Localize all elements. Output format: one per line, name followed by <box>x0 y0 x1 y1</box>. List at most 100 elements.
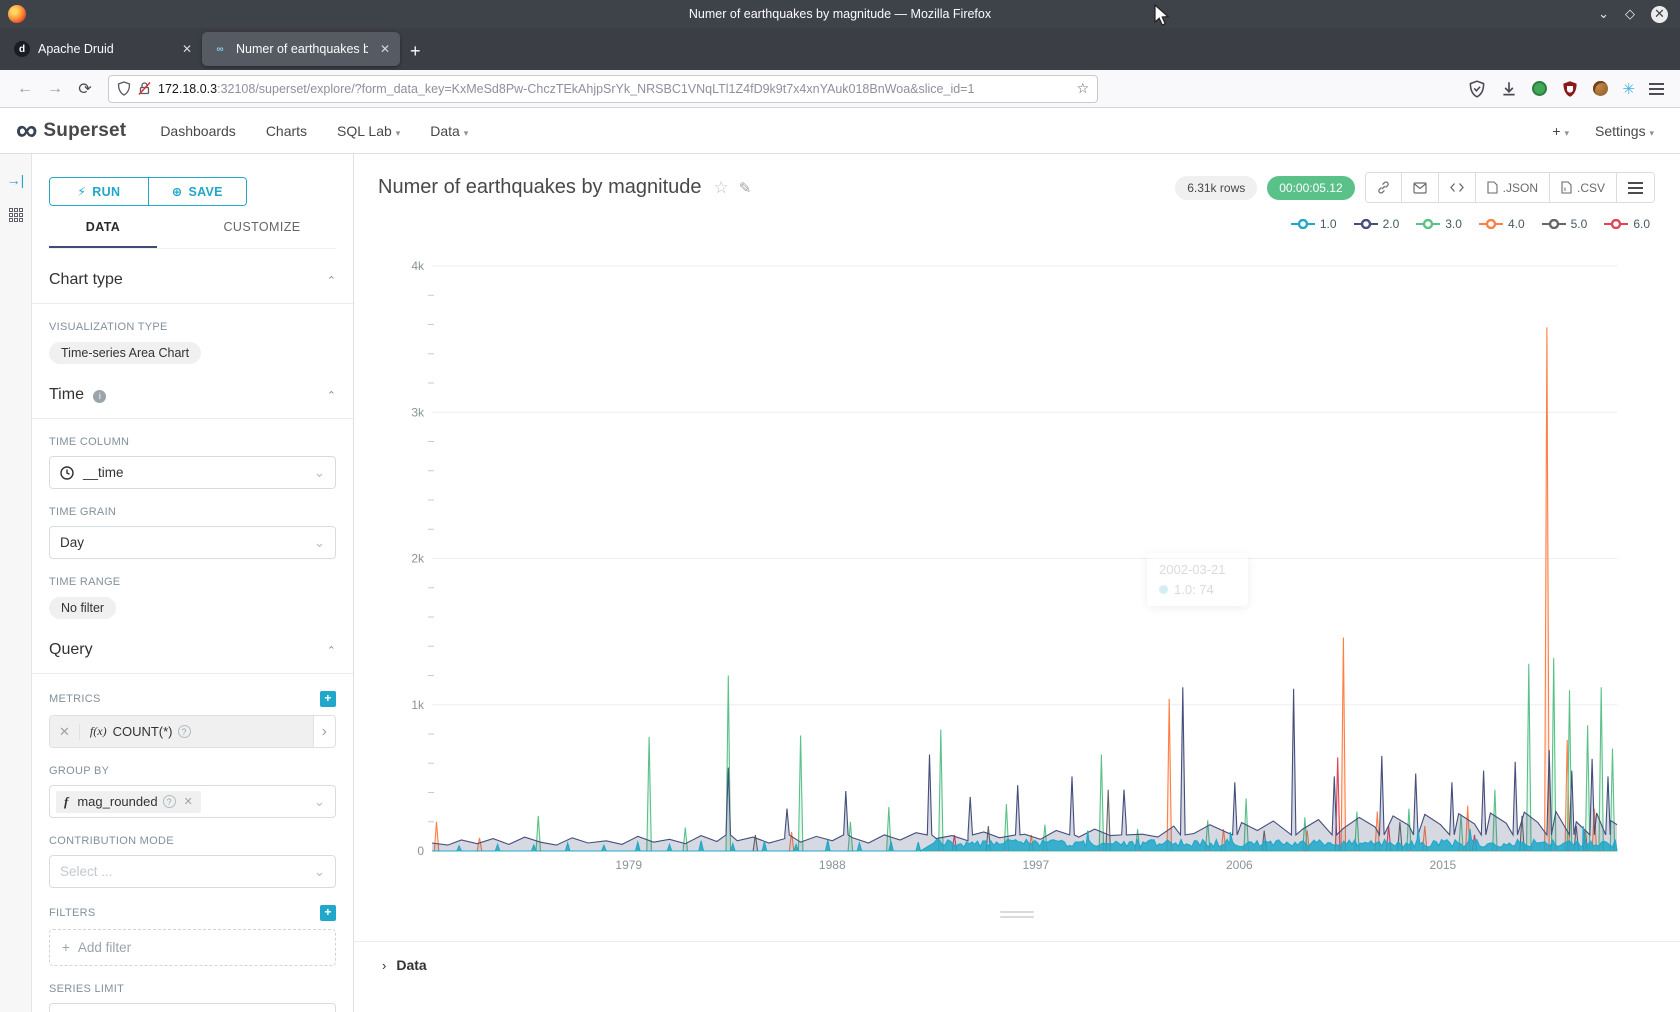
legend-item-4.0[interactable]: 4.0 <box>1479 215 1525 233</box>
tooltip-date: 2002-03-21 <box>1159 562 1236 577</box>
insecure-lock-icon[interactable] <box>137 81 152 96</box>
remove-chip-icon[interactable]: ✕ <box>184 795 193 808</box>
tab-bar: d Apache Druid ✕ ∞ Numer of earthquakes … <box>0 28 1680 70</box>
ublock-shield-icon[interactable] <box>1561 80 1579 98</box>
legend-item-1.0[interactable]: 1.0 <box>1291 215 1337 233</box>
series-line-2.0 <box>432 687 1617 845</box>
window-close-icon[interactable]: ✕ <box>1651 6 1668 23</box>
settings-menu[interactable]: Settings ▾ <box>1595 123 1654 139</box>
embed-code-button[interactable] <box>1439 173 1476 202</box>
download-icon[interactable] <box>1500 80 1518 98</box>
tracking-shield-icon[interactable] <box>117 81 131 96</box>
share-link-button[interactable] <box>1366 173 1402 202</box>
legend-item-2.0[interactable]: 2.0 <box>1354 215 1400 233</box>
contribution-mode-select[interactable]: Select ... ⌄ <box>49 855 336 888</box>
tab-data[interactable]: DATA <box>49 220 157 248</box>
chart-title: Numer of earthquakes by magnitude <box>378 176 702 199</box>
tab-close-icon[interactable]: ✕ <box>178 42 192 56</box>
window-restore-icon[interactable]: ◇ <box>1625 6 1635 22</box>
back-icon[interactable]: ← <box>10 80 40 98</box>
chevron-up-icon: ⌃ <box>327 644 336 657</box>
url-text: 172.18.0.3:32108/superset/explore/?form_… <box>158 82 1070 96</box>
metric-item[interactable]: ✕ f(x) COUNT(*)? › <box>49 715 336 748</box>
chart-tooltip: 2002-03-21 1.0: 74 <box>1147 553 1248 606</box>
svg-text:1979: 1979 <box>615 858 642 872</box>
panel-resizer[interactable] <box>354 897 1680 941</box>
section-chart-type[interactable]: Chart type ⌃ <box>32 249 353 304</box>
expand-panel-icon[interactable]: →| <box>7 172 25 188</box>
tab-close-icon[interactable]: ✕ <box>376 42 390 56</box>
chart-container: Numer of earthquakes by magnitude ☆ ✎ 6.… <box>354 154 1680 1012</box>
drag-handle-icon[interactable] <box>1000 911 1034 918</box>
forward-icon[interactable]: → <box>40 80 70 98</box>
extension-green-icon[interactable] <box>1532 81 1547 96</box>
run-button[interactable]: ⚡RUN <box>50 178 148 205</box>
query-timer-badge: 00:00:05.12 <box>1267 176 1354 200</box>
data-section-label: Data <box>396 957 426 973</box>
series-limit-select[interactable]: Select ... ⌄ <box>49 1003 336 1012</box>
dataset-grid-icon[interactable] <box>9 208 23 222</box>
pocket-shield-icon[interactable] <box>1468 80 1486 98</box>
series-line-3.0 <box>432 658 1617 851</box>
chevron-right-icon[interactable]: › <box>313 716 335 747</box>
nav-data[interactable]: Data ▾ <box>430 123 468 139</box>
group-by-chip[interactable]: f mag_rounded ? ✕ <box>56 791 201 813</box>
legend-item-3.0[interactable]: 3.0 <box>1416 215 1462 233</box>
legend-item-6.0[interactable]: 6.0 <box>1604 215 1650 233</box>
superset-brand[interactable]: Superset <box>43 120 126 142</box>
window-minimize-icon[interactable]: ⌄ <box>1598 6 1609 22</box>
svg-text:2006: 2006 <box>1226 858 1253 872</box>
time-range-label: TIME RANGE <box>49 576 336 588</box>
clock-icon <box>60 466 74 480</box>
time-grain-select[interactable]: Day ⌄ <box>49 526 336 559</box>
add-metric-button[interactable]: + <box>320 691 336 707</box>
plus-circle-icon: ⊕ <box>172 184 183 199</box>
nav-charts[interactable]: Charts <box>266 123 307 139</box>
edit-title-icon[interactable]: ✎ <box>739 179 752 197</box>
legend-marker-icon <box>1604 219 1628 229</box>
viz-type-value[interactable]: Time-series Area Chart <box>49 342 201 364</box>
add-filter-dropzone[interactable]: + Add filter <box>49 929 336 966</box>
reload-icon[interactable]: ⟳ <box>70 79 100 99</box>
superset-favicon: ∞ <box>212 41 228 57</box>
svg-text:3k: 3k <box>411 405 425 419</box>
nav-dashboards[interactable]: Dashboards <box>160 123 236 139</box>
add-new-button[interactable]: + ▾ <box>1552 123 1569 139</box>
nav-sql-lab[interactable]: SQL Lab ▾ <box>337 123 400 139</box>
section-time[interactable]: Time i ⌃ <box>32 364 353 419</box>
url-bar[interactable]: 172.18.0.3:32108/superset/explore/?form_… <box>108 75 1098 103</box>
time-range-value[interactable]: No filter <box>49 597 116 619</box>
tab-customize[interactable]: CUSTOMIZE <box>208 220 316 248</box>
data-section-header[interactable]: › Data <box>354 941 1680 973</box>
group-by-select[interactable]: f mag_rounded ? ✕ ⌄ <box>49 785 336 818</box>
export-csv-button[interactable]: x .CSV <box>1550 173 1617 202</box>
email-button[interactable] <box>1402 173 1439 202</box>
save-button[interactable]: ⊕SAVE <box>148 178 247 205</box>
time-grain-label: TIME GRAIN <box>49 506 336 518</box>
legend-marker-icon <box>1479 219 1503 229</box>
section-query[interactable]: Query ⌃ <box>32 619 353 674</box>
tab-label: Numer of earthquakes by m <box>236 42 368 56</box>
bookmark-star-icon[interactable]: ☆ <box>1070 80 1089 97</box>
more-options-button[interactable] <box>1617 173 1654 202</box>
add-filter-button[interactable]: + <box>320 905 336 921</box>
series-dot-icon <box>1159 585 1168 594</box>
chart-canvas[interactable]: 01k2k3k4k19791988199720062015 2002-03-21… <box>354 241 1680 897</box>
multi-account-icon[interactable]: ✳ <box>1622 80 1635 98</box>
favorite-star-icon[interactable]: ☆ <box>714 178 729 198</box>
svg-text:2015: 2015 <box>1430 858 1457 872</box>
chevron-down-icon: ⌄ <box>314 465 325 481</box>
menu-icon[interactable] <box>1649 83 1664 95</box>
remove-metric-icon[interactable]: ✕ <box>50 724 80 740</box>
tab-apache-druid[interactable]: d Apache Druid ✕ <box>4 32 202 66</box>
superset-logo-icon[interactable]: ∞ <box>16 116 37 146</box>
chevron-up-icon: ⌃ <box>327 274 336 287</box>
export-json-button[interactable]: .JSON <box>1476 173 1550 202</box>
tab-earthquakes[interactable]: ∞ Numer of earthquakes by m ✕ <box>202 32 400 66</box>
series-area-4.0 <box>432 327 1617 851</box>
time-column-select[interactable]: __time ⌄ <box>49 456 336 489</box>
filters-label: FILTERS <box>49 907 96 919</box>
legend-item-5.0[interactable]: 5.0 <box>1542 215 1588 233</box>
new-tab-button[interactable]: + <box>410 41 421 62</box>
cookie-icon[interactable] <box>1593 81 1608 96</box>
